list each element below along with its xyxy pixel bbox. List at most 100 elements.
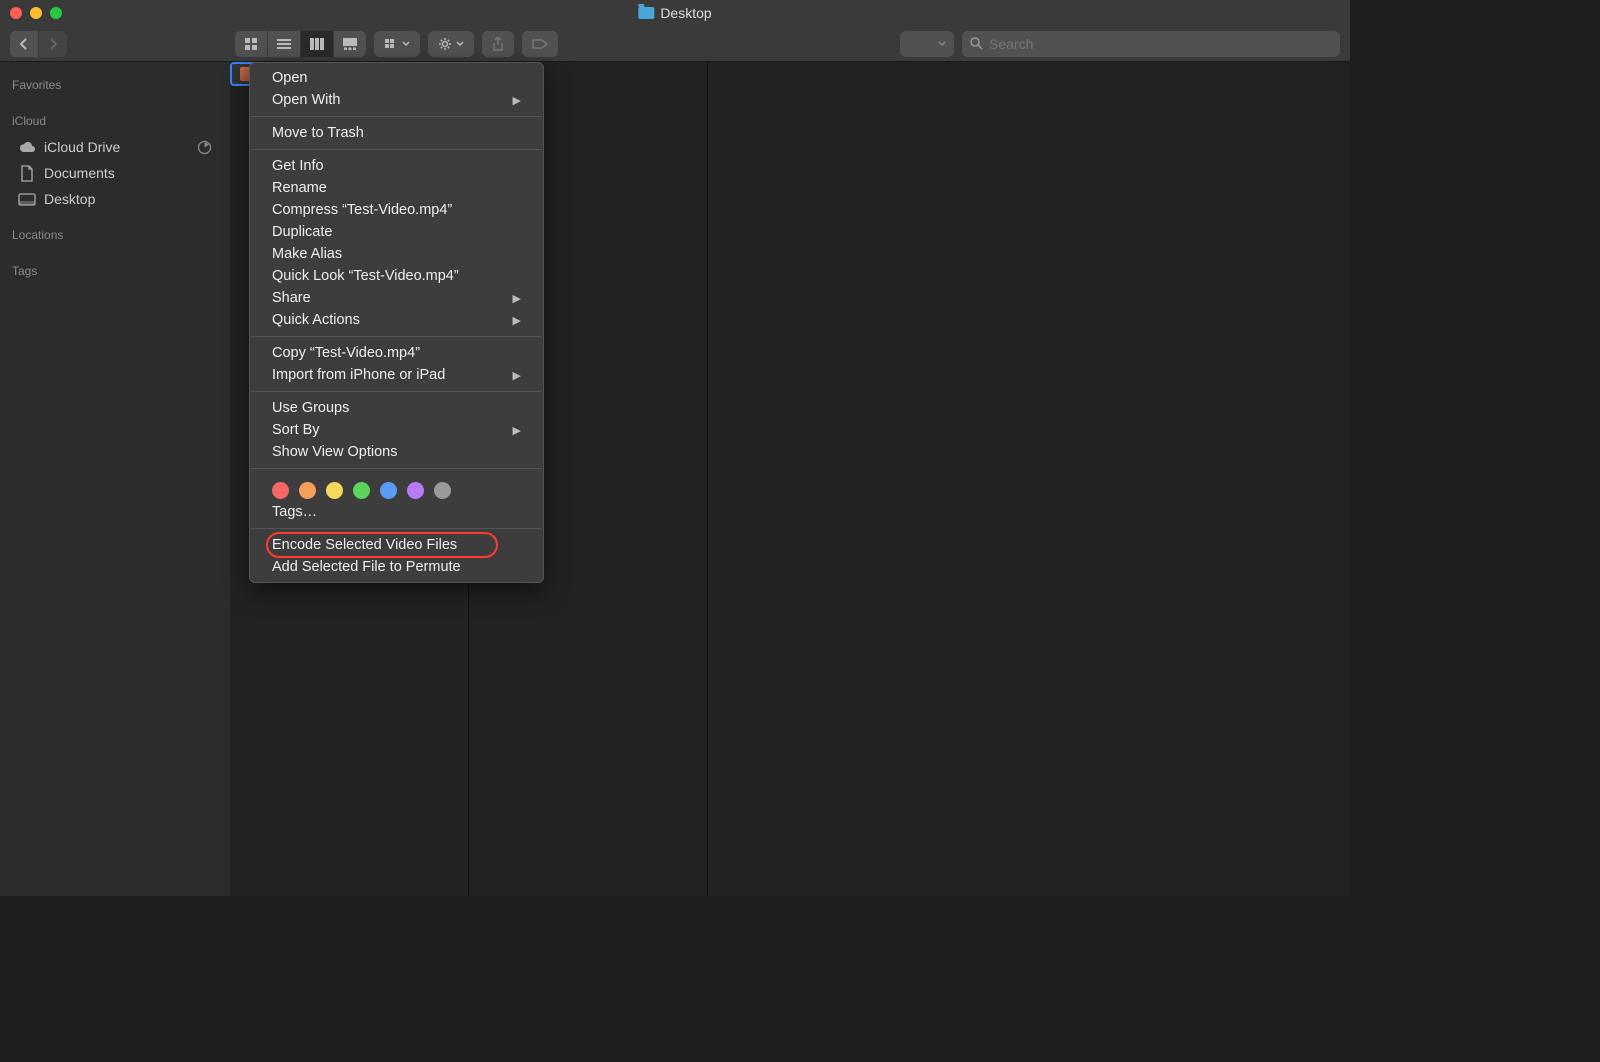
menu-item-label: Open bbox=[272, 70, 307, 86]
menu-item-label: Copy “Test-Video.mp4” bbox=[272, 345, 420, 361]
tag-color-dot[interactable] bbox=[299, 482, 316, 499]
menu-item-label: Get Info bbox=[272, 158, 324, 174]
menu-item[interactable]: Get Info bbox=[250, 155, 543, 177]
menu-item-label: Make Alias bbox=[272, 246, 342, 262]
menu-item-tags[interactable]: Tags… bbox=[250, 501, 543, 523]
column-view-area: Open Open With ▶ Move to Trash Get Info Renam… bbox=[230, 62, 1350, 896]
menu-item-label: Sort By bbox=[272, 422, 320, 438]
arrange-button[interactable] bbox=[374, 31, 420, 57]
action-button[interactable] bbox=[428, 31, 474, 57]
tag-color-dot[interactable] bbox=[434, 482, 451, 499]
menu-item-label: Share bbox=[272, 290, 311, 306]
icon-view-button[interactable] bbox=[235, 31, 267, 57]
gallery-icon bbox=[343, 38, 357, 50]
tag-color-dot[interactable] bbox=[353, 482, 370, 499]
search-icon bbox=[970, 37, 983, 50]
search-field[interactable] bbox=[962, 31, 1340, 57]
tag-color-dot[interactable] bbox=[272, 482, 289, 499]
folder-icon bbox=[638, 7, 654, 19]
list-icon bbox=[277, 38, 291, 50]
column-view-button[interactable] bbox=[301, 31, 333, 57]
view-switcher bbox=[235, 31, 366, 57]
chevron-down-icon bbox=[456, 41, 464, 46]
tag-color-row bbox=[250, 474, 543, 501]
window-title: Desktop bbox=[638, 5, 711, 21]
chevron-left-icon bbox=[19, 38, 29, 50]
menu-divider bbox=[251, 391, 542, 392]
grid-icon bbox=[384, 38, 398, 50]
menu-item-label: Use Groups bbox=[272, 400, 349, 416]
submenu-arrow-icon: ▶ bbox=[513, 94, 521, 107]
sidebar-header-tags: Tags bbox=[0, 258, 230, 284]
menu-divider bbox=[251, 468, 542, 469]
menu-divider bbox=[251, 149, 542, 150]
back-button[interactable] bbox=[10, 31, 38, 57]
menu-item-label: Add Selected File to Permute bbox=[272, 559, 461, 575]
tag-color-dot[interactable] bbox=[326, 482, 343, 499]
menu-item[interactable]: Sort By ▶ bbox=[250, 419, 543, 441]
cloud-icon bbox=[18, 138, 36, 156]
sidebar-header-locations: Locations bbox=[0, 222, 230, 248]
tag-color-dot[interactable] bbox=[407, 482, 424, 499]
menu-item-label: Move to Trash bbox=[272, 125, 364, 141]
close-window-button[interactable] bbox=[10, 7, 22, 19]
menu-item[interactable]: Open With ▶ bbox=[250, 89, 543, 111]
sidebar-header-icloud: iCloud bbox=[0, 108, 230, 134]
columns-icon bbox=[310, 38, 324, 50]
file-column[interactable]: OpenOpen With▶Move to TrashGet InfoRenam… bbox=[230, 62, 469, 896]
sidebar-item-documents[interactable]: Documents bbox=[0, 160, 230, 186]
menu-item-label: Quick Actions bbox=[272, 312, 360, 328]
tag-color-dot[interactable] bbox=[380, 482, 397, 499]
document-icon bbox=[18, 164, 36, 182]
submenu-arrow-icon: ▶ bbox=[513, 314, 521, 327]
menu-item[interactable]: Compress “Test-Video.mp4” bbox=[250, 199, 543, 221]
menu-item[interactable]: Rename bbox=[250, 177, 543, 199]
tag-button[interactable] bbox=[522, 31, 558, 57]
desktop-icon bbox=[18, 190, 36, 208]
menu-item-label: Import from iPhone or iPad bbox=[272, 367, 445, 383]
gear-icon bbox=[438, 37, 452, 51]
submenu-arrow-icon: ▶ bbox=[513, 369, 521, 382]
menu-item[interactable]: Show View Options bbox=[250, 441, 543, 463]
menu-item-label: Quick Look “Test-Video.mp4” bbox=[272, 268, 459, 284]
menu-item-label: Rename bbox=[272, 180, 327, 196]
menu-item[interactable]: Encode Selected Video Files bbox=[250, 534, 543, 556]
sidebar-item-icloud-drive[interactable]: iCloud Drive bbox=[0, 134, 230, 160]
menu-item-label: Compress “Test-Video.mp4” bbox=[272, 202, 452, 218]
gallery-view-button[interactable] bbox=[334, 31, 366, 57]
menu-item[interactable]: Import from iPhone or iPad ▶ bbox=[250, 364, 543, 386]
menu-item[interactable]: Quick Actions ▶ bbox=[250, 309, 543, 331]
menu-item[interactable]: Copy “Test-Video.mp4” bbox=[250, 342, 543, 364]
chevron-down-icon bbox=[938, 41, 946, 46]
minimize-window-button[interactable] bbox=[30, 7, 42, 19]
titlebar: Desktop bbox=[0, 0, 1350, 26]
search-input[interactable] bbox=[989, 36, 1332, 52]
sidebar-item-desktop[interactable]: Desktop bbox=[0, 186, 230, 212]
menu-item[interactable]: Duplicate bbox=[250, 221, 543, 243]
chevron-down-icon bbox=[402, 41, 410, 46]
toolbar-dropdown[interactable] bbox=[900, 31, 954, 57]
menu-item-label: Encode Selected Video Files bbox=[272, 537, 457, 553]
sidebar-item-label: Documents bbox=[44, 165, 115, 181]
share-button[interactable] bbox=[482, 31, 514, 57]
menu-item-label: Open With bbox=[272, 92, 341, 108]
submenu-arrow-icon: ▶ bbox=[513, 424, 521, 437]
sidebar-item-label: iCloud Drive bbox=[44, 139, 120, 155]
menu-item[interactable]: Use Groups bbox=[250, 397, 543, 419]
menu-item[interactable]: Open bbox=[250, 67, 543, 89]
context-menu: Open Open With ▶ Move to Trash Get Info Renam… bbox=[249, 62, 544, 583]
progress-icon bbox=[197, 140, 212, 155]
menu-item[interactable]: Add Selected File to Permute bbox=[250, 556, 543, 578]
menu-item[interactable]: Make Alias bbox=[250, 243, 543, 265]
window-controls bbox=[10, 7, 62, 19]
list-view-button[interactable] bbox=[268, 31, 300, 57]
sidebar: Favorites iCloud iCloud Drive Documents bbox=[0, 62, 230, 896]
menu-item[interactable]: Share ▶ bbox=[250, 287, 543, 309]
menu-item[interactable]: Move to Trash bbox=[250, 122, 543, 144]
zoom-window-button[interactable] bbox=[50, 7, 62, 19]
share-icon bbox=[492, 37, 504, 51]
submenu-arrow-icon: ▶ bbox=[513, 292, 521, 305]
menu-item[interactable]: Quick Look “Test-Video.mp4” bbox=[250, 265, 543, 287]
title-label: Desktop bbox=[660, 5, 711, 21]
forward-button[interactable] bbox=[39, 31, 67, 57]
